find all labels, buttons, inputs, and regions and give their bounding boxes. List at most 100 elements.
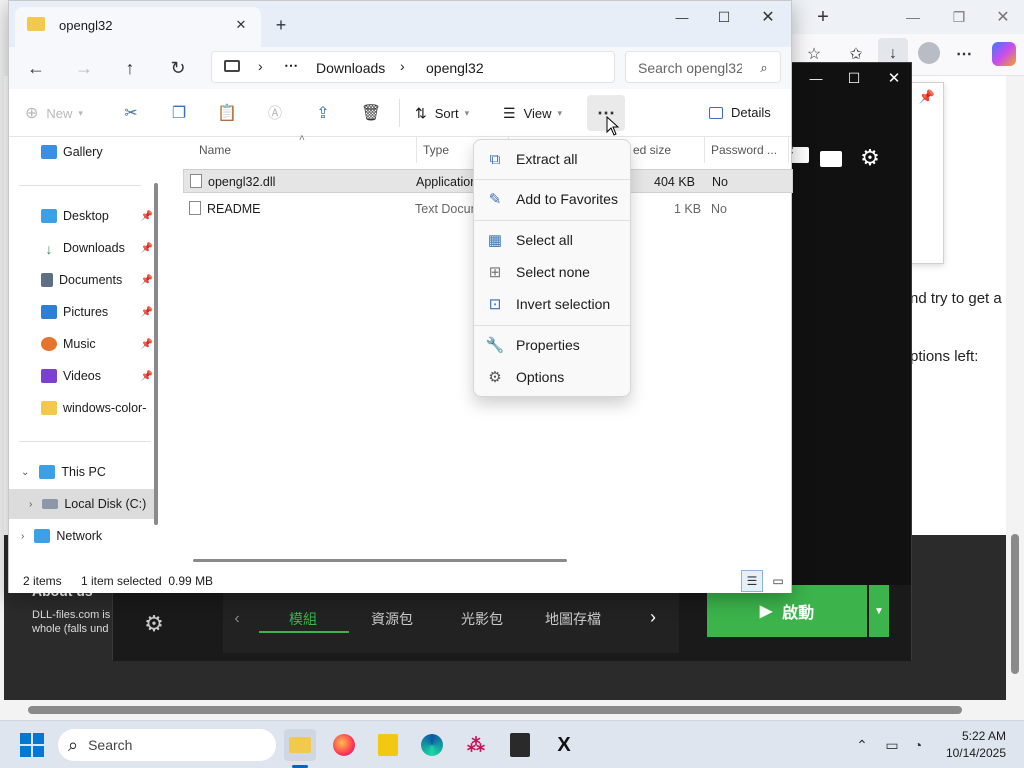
refresh-icon[interactable]: ↻ — [165, 55, 191, 81]
nav-item-music[interactable]: Music 📌 — [9, 329, 159, 359]
more-icon[interactable]: ⋯ — [952, 42, 976, 66]
nav-item-pictures[interactable]: Pictures 📌 — [9, 297, 159, 327]
gear-icon[interactable]: ⚙ — [857, 145, 883, 171]
pin-icon[interactable]: 📌 — [141, 211, 153, 222]
gear-icon[interactable]: ⚙ — [141, 611, 167, 637]
vertical-scrollbar[interactable] — [1006, 76, 1024, 700]
nav-item-local-disk[interactable]: › Local Disk (C:) — [9, 489, 157, 519]
file-explorer-icon[interactable] — [284, 729, 316, 761]
restore-icon[interactable]: ❐ — [946, 4, 972, 30]
chevron-right-icon[interactable]: › — [21, 531, 24, 542]
back-arrow-icon[interactable]: ← — [23, 55, 49, 81]
minimize-icon[interactable]: — — [669, 5, 695, 29]
nav-item-desktop[interactable]: Desktop 📌 — [9, 201, 159, 231]
launcher-tab-3[interactable]: 地圖存檔 — [545, 609, 601, 629]
menu-item-select-none[interactable]: ⊞ Select none — [478, 257, 628, 287]
windows-start-icon[interactable] — [20, 733, 44, 757]
menu-item-label: Select all — [516, 232, 573, 248]
new-tab-plus-icon[interactable]: + — [269, 13, 293, 37]
menu-item-select-all[interactable]: ▦ Select all — [478, 225, 628, 255]
rename-icon[interactable]: Ⓐ — [263, 101, 287, 125]
share-icon[interactable]: ⇪ — [311, 101, 335, 125]
horizontal-scrollbar[interactable] — [0, 700, 1006, 720]
profile-avatar[interactable] — [918, 42, 940, 64]
display-icon[interactable]: ▭ — [882, 735, 902, 755]
new-tab-plus-icon[interactable]: + — [810, 4, 836, 30]
nav-item-network[interactable]: › Network — [9, 521, 159, 551]
nav-item-windows-color[interactable]: windows-color- — [9, 393, 159, 423]
chevron-left-icon[interactable]: ‹ — [227, 609, 247, 629]
breadcrumb-opengl32[interactable]: opengl32 — [426, 60, 484, 76]
forward-arrow-icon[interactable]: → — [71, 55, 97, 81]
taskbar-search[interactable]: ⌕ Search — [58, 729, 276, 761]
nav-item-this-pc[interactable]: ⌄ This PC — [9, 457, 159, 487]
menu-item-add-to-favorites[interactable]: ✎ Add to Favorites — [478, 184, 628, 214]
pin-icon[interactable]: 📌 — [917, 87, 937, 107]
column-header-si[interactable]: Si — [783, 137, 793, 163]
copy-icon[interactable]: ❐ — [167, 101, 191, 125]
launcher-tab-2[interactable]: 光影包 — [461, 609, 503, 629]
column-header-size[interactable]: ed size — [625, 137, 705, 163]
chevron-up-icon[interactable]: ⌃ — [852, 735, 872, 755]
firefox-icon[interactable] — [328, 729, 360, 761]
maximize-icon[interactable]: ☐ — [711, 5, 737, 29]
minimize-icon[interactable]: — — [900, 4, 926, 30]
horizontal-scroll-thumb[interactable] — [28, 706, 962, 714]
x-app-icon[interactable]: X — [548, 729, 580, 761]
cut-icon[interactable]: ✂ — [119, 101, 143, 125]
menu-item-extract-all[interactable]: ⧉ Extract all — [478, 144, 628, 174]
explorer-tab[interactable]: opengl32 ✕ — [15, 7, 261, 47]
ellipsis-icon[interactable]: ⋯ — [284, 57, 298, 74]
breadcrumb[interactable]: › ⋯ Downloads › opengl32 — [211, 51, 615, 83]
pin-icon[interactable]: 📌 — [141, 371, 153, 382]
chevron-down-icon[interactable]: ⌄ — [21, 467, 29, 478]
close-icon[interactable]: ✕ — [990, 4, 1016, 30]
paste-icon[interactable]: 📋 — [215, 101, 239, 125]
chevron-right-icon[interactable]: › — [29, 499, 32, 510]
pin-icon[interactable]: 📌 — [141, 243, 153, 254]
power-bi-icon[interactable] — [372, 729, 404, 761]
folder-icon[interactable] — [820, 151, 842, 167]
nav-scroll-thumb[interactable] — [154, 183, 158, 525]
clock-time[interactable]: 5:22 AM — [940, 729, 1006, 743]
nav-item-videos[interactable]: Videos 📌 — [9, 361, 159, 391]
chevron-right-icon[interactable]: › — [643, 607, 663, 627]
launcher-tab-1[interactable]: 資源包 — [371, 609, 413, 629]
menu-item-invert-selection[interactable]: ⊡ Invert selection — [478, 289, 628, 319]
pin-icon[interactable]: 📌 — [141, 275, 153, 286]
minimize-icon[interactable]: — — [805, 67, 827, 89]
delete-icon[interactable]: 🗑 — [359, 101, 383, 125]
view-button[interactable]: ☰ View ▾ — [503, 105, 562, 122]
pin-icon[interactable]: 📌 — [141, 307, 153, 318]
column-header-password[interactable]: Password ... — [703, 137, 789, 163]
new-button[interactable]: ⊕ New ▾ — [25, 103, 83, 123]
breadcrumb-downloads[interactable]: Downloads — [316, 60, 385, 76]
launch-options-caret-icon[interactable]: ▼ — [869, 585, 889, 637]
launcher-tab-0[interactable]: 模組 — [289, 609, 317, 629]
epic-games-icon[interactable] — [504, 729, 536, 761]
menu-item-properties[interactable]: 🔧 Properties — [478, 330, 628, 360]
mosaic-app-icon[interactable]: ⁂ — [460, 729, 492, 761]
sort-button[interactable]: ⇅ Sort ▾ — [415, 105, 469, 122]
pin-icon[interactable]: 📌 — [141, 339, 153, 350]
search-box[interactable]: Search opengl32 ⌕ — [625, 51, 781, 83]
save-icon[interactable] — [791, 147, 809, 163]
edge-icon[interactable] — [416, 729, 448, 761]
nav-item-downloads[interactable]: ↓ Downloads 📌 — [9, 233, 159, 263]
details-pane-button[interactable]: Details — [709, 105, 771, 120]
nav-item-gallery[interactable]: Gallery — [9, 137, 159, 167]
maximize-icon[interactable]: ☐ — [843, 67, 865, 89]
tiles-view-icon[interactable]: ▭ — [767, 570, 789, 592]
close-tab-icon[interactable]: ✕ — [231, 15, 251, 35]
network-status-icon[interactable]: ◔ — [908, 735, 928, 755]
menu-item-options[interactable]: ⚙ Options — [478, 362, 628, 392]
up-arrow-icon[interactable]: ↑ — [117, 55, 143, 81]
clock-date[interactable]: 10/14/2025 — [940, 746, 1006, 760]
vertical-scroll-thumb[interactable] — [1011, 534, 1019, 674]
close-icon[interactable]: ✕ — [883, 67, 905, 89]
horizontal-scroll-thumb[interactable] — [193, 559, 567, 562]
copilot-icon[interactable] — [992, 42, 1016, 66]
close-icon[interactable]: ✕ — [755, 5, 781, 29]
nav-item-documents[interactable]: Documents 📌 — [9, 265, 159, 295]
details-view-icon[interactable]: ☰ — [741, 570, 763, 592]
